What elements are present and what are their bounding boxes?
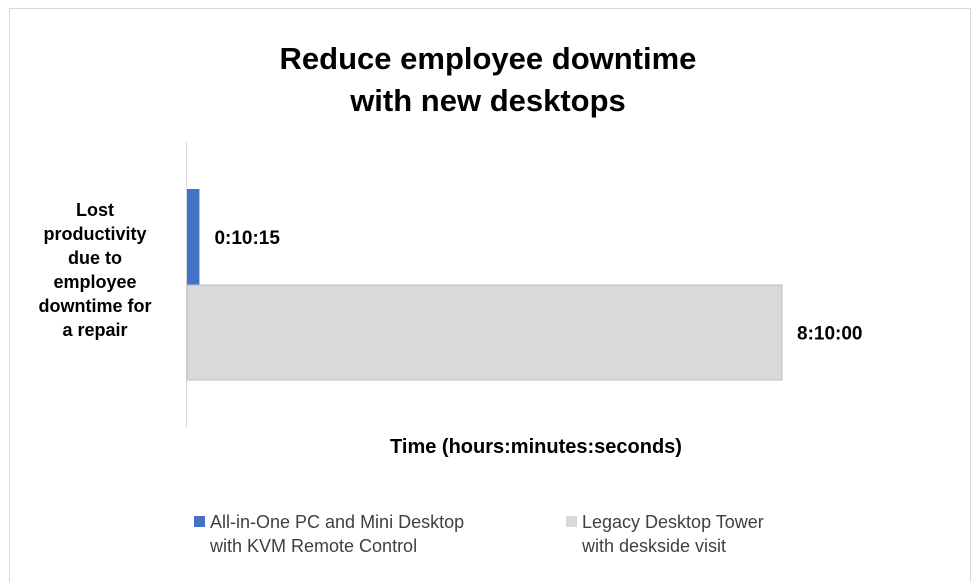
legend-swatch-aio [194, 516, 205, 527]
legend-label-aio: All-in-One PC and Mini Desktop with KVM … [210, 510, 464, 558]
legend-label-legacy: Legacy Desktop Tower with deskside visit [582, 510, 764, 558]
bar-aio [187, 189, 200, 285]
legend-label-line: with deskside visit [582, 536, 727, 556]
bar-chart-svg: 0:10:15 8:10:00 [186, 142, 863, 428]
bar-legacy [186, 284, 783, 381]
data-label-aio: 0:10:15 [214, 228, 280, 249]
legend-label-line: Legacy Desktop Tower [582, 512, 764, 532]
x-axis-title: Time (hours:minutes:seconds) [390, 436, 682, 458]
legend-swatch-legacy [566, 516, 577, 527]
legend-label-line: All-in-One PC and Mini Desktop [210, 512, 465, 532]
legend-label-line: with KVM Remote Control [210, 536, 418, 556]
data-label-legacy: 8:10:00 [797, 324, 863, 345]
